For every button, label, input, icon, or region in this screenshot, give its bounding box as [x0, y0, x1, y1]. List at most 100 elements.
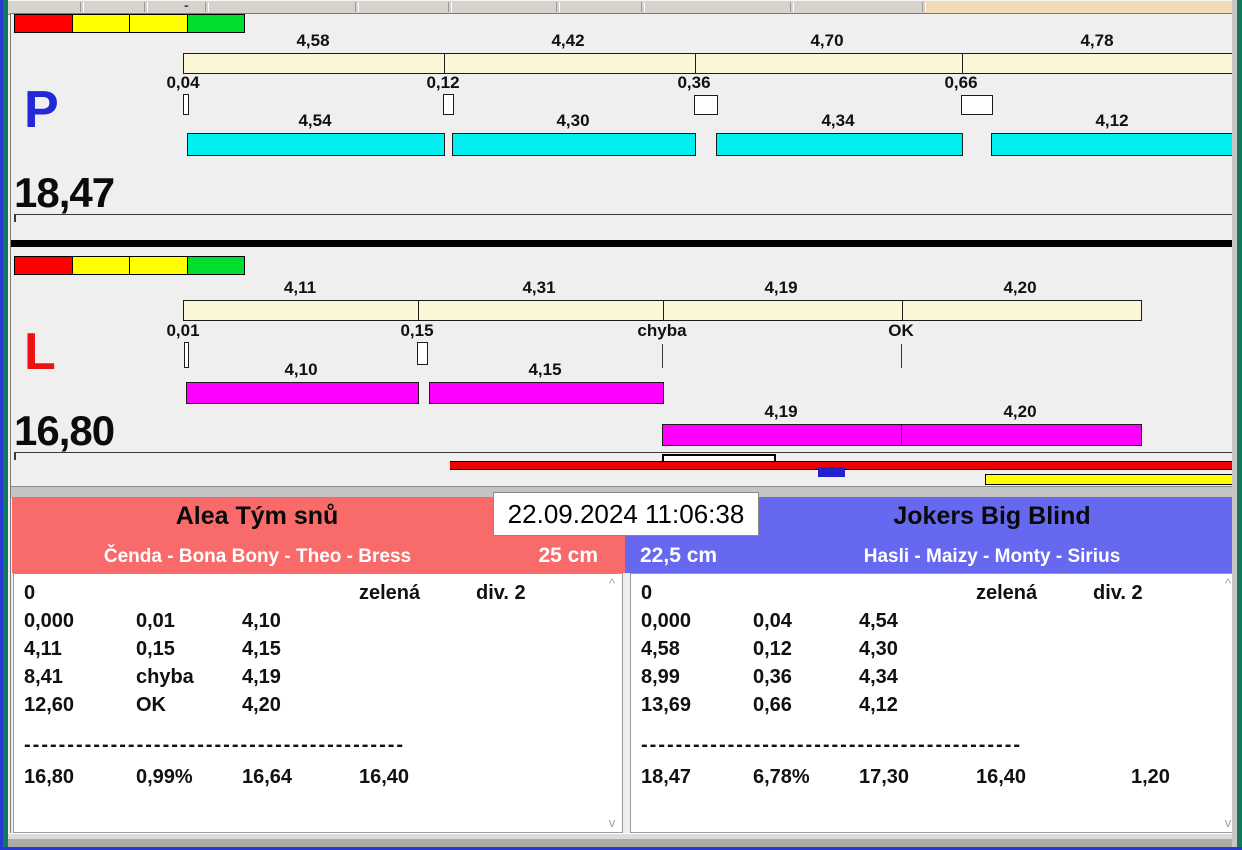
cell-net: 17,30 — [859, 766, 910, 788]
cell-light-color: zelená — [359, 582, 421, 604]
toolbar-separator — [448, 2, 452, 12]
ruler-segment — [902, 301, 1142, 320]
p-leg-label: 4,12 — [1095, 111, 1129, 130]
cell-cumulative: 4,11 — [24, 638, 62, 660]
l-gap-label: OK — [888, 321, 914, 340]
l-gap-marker — [417, 342, 428, 365]
lane-separator — [11, 240, 1237, 247]
l-split-label: 4,19 — [764, 278, 798, 297]
team-right-name: Jokers Big Blind — [893, 502, 1091, 530]
cell-cumulative: 13,69 — [641, 694, 692, 716]
l-baseline — [14, 452, 1237, 453]
l-leg-label: 4,10 — [284, 360, 318, 379]
ruler-segment — [444, 54, 696, 73]
cell-cumulative: 0,000 — [641, 610, 692, 632]
finish-blue-marker — [818, 467, 845, 477]
p-leg-label: 4,30 — [556, 111, 590, 130]
table-row: 4,58 0,12 4,30 — [631, 638, 1238, 664]
l-gap-label: 0,01 — [166, 321, 200, 340]
toolbar-separator — [205, 2, 209, 12]
light-yellow-2 — [130, 15, 188, 32]
l-leg-label: 4,20 — [1003, 402, 1037, 421]
p-leg-label: 4,54 — [298, 111, 332, 130]
cell-split: 4,20 — [242, 694, 281, 716]
team-right-distance: 22,5 cm — [640, 544, 718, 567]
toolbar-separator — [355, 2, 359, 12]
l-leg-label: 4,15 — [528, 360, 562, 379]
window-frame-left — [3, 0, 8, 850]
l-gap-tick — [662, 344, 663, 368]
l-gap-label: 0,15 — [400, 321, 434, 340]
table-row: 12,60 OK 4,20 — [14, 694, 622, 720]
toolbar-separator — [144, 2, 148, 12]
ruler-segment — [418, 301, 664, 320]
cell-total: 16,80 — [24, 766, 75, 788]
toolbar-separator — [641, 2, 645, 12]
cell-gap: 0,15 — [136, 638, 175, 660]
ruler-segment — [962, 54, 1235, 73]
cell-divider: ----------------------------------------… — [24, 734, 406, 756]
team-left-members: Čenda - Bona Bony - Theo - Bress — [103, 546, 412, 567]
p-leg-bar — [716, 133, 963, 156]
cell-diff: 1,20 — [1131, 766, 1170, 788]
team-left-name: Alea Tým snů — [175, 502, 339, 530]
p-gap-marker — [961, 95, 993, 115]
chevron-down-icon[interactable]: v — [604, 815, 620, 830]
cell-division: div. 2 — [1093, 582, 1143, 604]
toolbar-separator — [80, 2, 84, 12]
table-row: 4,11 0,15 4,15 — [14, 638, 622, 664]
ruler-segment — [184, 54, 444, 73]
l-leg-bar — [429, 382, 664, 404]
cell-percent: 0,99% — [136, 766, 193, 788]
cell-gap: OK — [136, 694, 166, 716]
l-gap-label: chyba — [637, 321, 687, 340]
p-gap-label: 0,66 — [944, 73, 978, 92]
p-gap-marker — [694, 95, 718, 115]
table-row: 8,41 chyba 4,19 — [14, 666, 622, 692]
cell-divider: ----------------------------------------… — [641, 734, 1023, 756]
minimize-icon[interactable]: - — [184, 0, 189, 13]
cell-net: 16,64 — [242, 766, 293, 788]
l-split-label: 4,31 — [522, 278, 556, 297]
cell-split: 4,34 — [859, 666, 898, 688]
scrollbar[interactable]: ^ v — [604, 576, 620, 830]
cell-limit: 16,40 — [976, 766, 1027, 788]
table-row: 13,69 0,66 4,12 — [631, 694, 1238, 720]
cell-light-color: zelená — [976, 582, 1038, 604]
team-left-distance: 25 cm — [538, 544, 598, 567]
light-green — [187, 15, 244, 32]
team-left-log-table[interactable]: 0 zelená div. 2 0,000 0,01 4,10 4,11 0,1… — [13, 573, 623, 833]
finish-yellow-bar — [985, 474, 1239, 485]
cell-gap: chyba — [136, 666, 194, 688]
cell-run-number: 0 — [641, 582, 653, 604]
window-frame-right — [1237, 0, 1242, 850]
p-baseline-tick — [14, 214, 16, 222]
l-split-label: 4,11 — [283, 278, 317, 297]
cell-cumulative: 12,60 — [24, 694, 75, 716]
cell-gap: 0,04 — [753, 610, 792, 632]
cell-percent: 6,78% — [753, 766, 810, 788]
table-divider-row: ----------------------------------------… — [14, 734, 622, 760]
table-row: 0 zelená div. 2 — [631, 582, 1238, 608]
team-right-log-table[interactable]: 0 zelená div. 2 0,000 0,04 4,54 4,58 0,1… — [630, 573, 1239, 833]
p-split-label: 4,78 — [1080, 31, 1114, 50]
lane-l-total-time: 16,80 — [14, 407, 115, 454]
cell-gap: 0,66 — [753, 694, 792, 716]
team-right-members: Hasli - Maizy - Monty - Sirius — [863, 546, 1121, 567]
table-totals-row: 16,80 0,99% 16,64 16,40 — [14, 766, 622, 792]
p-leg-label: 4,34 — [821, 111, 855, 130]
cell-gap: 0,12 — [753, 638, 792, 660]
lane-p-total-time: 18,47 — [14, 169, 115, 216]
l-leg-bar — [186, 382, 419, 404]
chevron-up-icon[interactable]: ^ — [604, 576, 620, 591]
cell-run-number: 0 — [24, 582, 36, 604]
cell-limit: 16,40 — [359, 766, 410, 788]
p-gap-label: 0,12 — [426, 73, 460, 92]
table-divider-row: ----------------------------------------… — [631, 734, 1238, 760]
cell-split: 4,15 — [242, 638, 281, 660]
light-green — [187, 257, 244, 274]
l-split-label: 4,20 — [1003, 278, 1037, 297]
ruler-segment — [695, 54, 963, 73]
cell-gap: 0,01 — [136, 610, 175, 632]
p-baseline — [14, 214, 1237, 215]
